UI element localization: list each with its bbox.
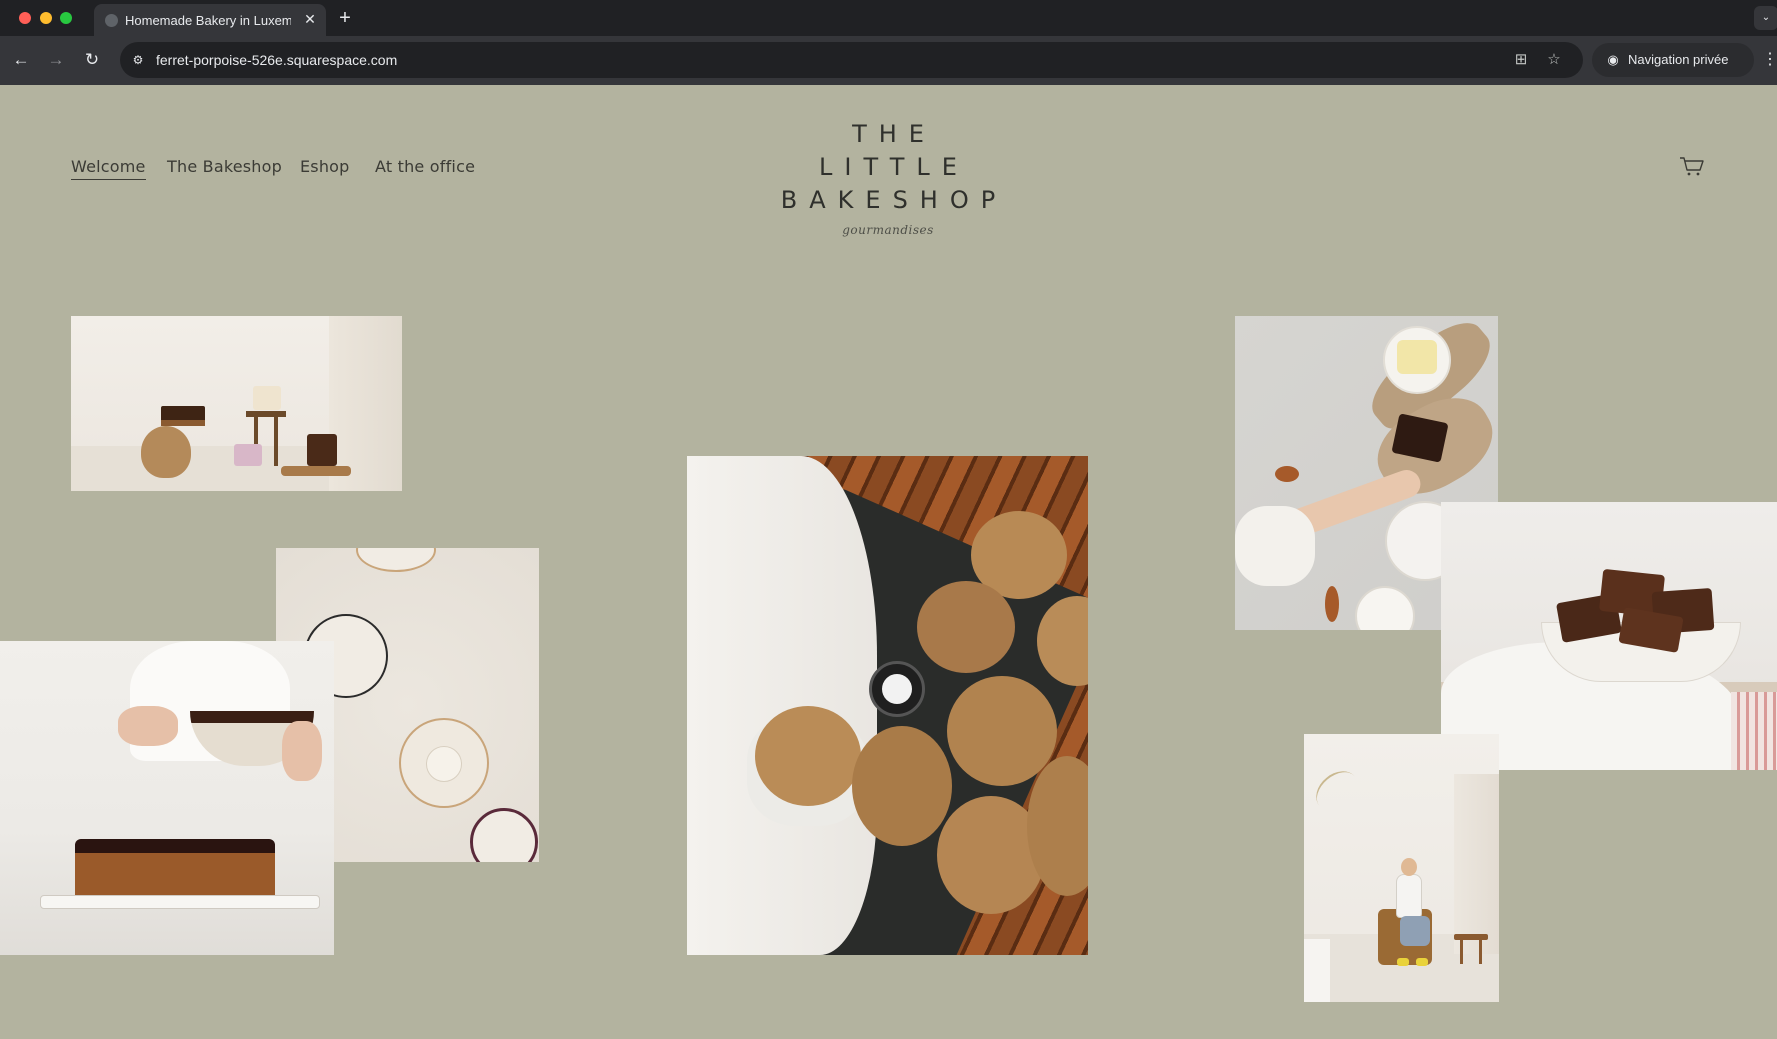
incognito-indicator[interactable]: ◉ Navigation privée (1592, 43, 1754, 77)
forward-arrow-icon[interactable]: → (45, 49, 67, 71)
bookmark-star-icon[interactable]: ☆ (1544, 50, 1564, 70)
fullscreen-window-button[interactable] (60, 12, 72, 24)
close-tab-icon[interactable]: ✕ (302, 11, 318, 27)
tab-title: Homemade Bakery in Luxembourg (125, 13, 291, 28)
logo-line-1: THE LITTLE (819, 120, 969, 181)
nav-link-welcome[interactable]: Welcome (71, 157, 146, 180)
browser-toolbar: ← → ↻ ⚙ ferret-porpoise-526e.squarespace… (0, 36, 1777, 85)
browser-menu-icon[interactable]: ⋮ (1762, 49, 1777, 71)
logo-line-2: BAKESHOP (780, 186, 1008, 214)
tab-search-chevron-icon[interactable]: ⌄ (1754, 6, 1777, 30)
nav-link-eshop[interactable]: Eshop (300, 157, 350, 176)
site-info-icon[interactable]: ⚙ (129, 51, 147, 69)
url-text[interactable]: ferret-porpoise-526e.squarespace.com (156, 52, 397, 68)
back-arrow-icon[interactable]: ← (10, 49, 32, 71)
incognito-icon: ◉ (1607, 52, 1619, 67)
reload-icon[interactable]: ↻ (81, 49, 103, 71)
cart-icon[interactable] (1678, 154, 1706, 178)
nav-link-the-bakeshop[interactable]: The Bakeshop (167, 157, 282, 176)
new-tab-button[interactable]: + (334, 7, 356, 29)
gallery-image-baker[interactable] (1304, 734, 1499, 1002)
address-bar[interactable]: ⚙ ferret-porpoise-526e.squarespace.com ⊞… (120, 42, 1583, 78)
incognito-label: Navigation privée (1628, 52, 1729, 67)
translate-icon[interactable]: ⊞ (1511, 50, 1531, 70)
minimize-window-button[interactable] (40, 12, 52, 24)
gallery-image-brownies[interactable] (1441, 502, 1777, 770)
favicon-icon (105, 14, 118, 27)
logo-script: gourmandises (842, 223, 934, 237)
close-window-button[interactable] (19, 12, 31, 24)
gallery-image-cakes[interactable] (71, 316, 402, 491)
site-logo[interactable]: THE LITTLE BAKESHOP gourmandises (760, 118, 1016, 237)
browser-tab[interactable]: Homemade Bakery in Luxembourg ✕ (94, 4, 326, 36)
gallery-image-cookies[interactable] (687, 456, 1088, 955)
browser-tab-bar: Homemade Bakery in Luxembourg ✕ + ⌄ (0, 0, 1777, 36)
nav-link-at-the-office[interactable]: At the office (375, 157, 475, 176)
gallery-image-chocolate-loaf[interactable] (0, 641, 334, 955)
